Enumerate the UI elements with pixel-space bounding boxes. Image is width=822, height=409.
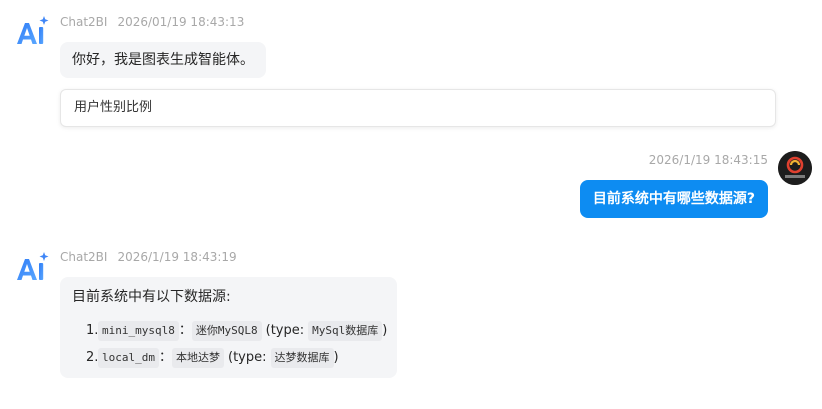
suggestion-button[interactable]: 用户性别比例 (60, 89, 776, 127)
sender-name: Chat2BI (60, 250, 108, 264)
datasource-name: 本地达梦 (172, 348, 224, 368)
ai-avatar-icon (14, 13, 50, 49)
answer-intro: 目前系统中有以下数据源: (72, 289, 231, 305)
ai-avatar-icon (14, 249, 50, 285)
user-avatar (778, 151, 812, 185)
datasource-type: MySql数据库 (308, 321, 383, 341)
bot-answer-bubble: 目前系统中有以下数据源: 1. mini_mysql8 ： 迷你MySQL8 (… (60, 277, 397, 378)
timestamp: 2026/01/19 18:43:13 (117, 15, 245, 29)
user-message-timestamp: 2026/1/19 18:43:15 (648, 153, 768, 167)
datasource-list: 1. mini_mysql8 ： 迷你MySQL8 (type: MySql数据… (72, 321, 387, 368)
timestamp: 2026/1/19 18:43:19 (117, 250, 237, 264)
bot-message-meta: Chat2BI 2026/01/19 18:43:13 (60, 15, 244, 29)
user-question-bubble: 目前系统中有哪些数据源? (579, 180, 768, 218)
datasource-type: 达梦数据库 (270, 348, 334, 368)
list-item: 1. mini_mysql8 ： 迷你MySQL8 (type: MySql数据… (72, 321, 387, 341)
bot-greeting-bubble: 你好，我是图表生成智能体。 (60, 42, 266, 78)
list-item: 2. local_dm ： 本地达梦 (type: 达梦数据库 ) (72, 348, 385, 368)
sender-name: Chat2BI (60, 15, 108, 29)
datasource-name: 迷你MySQL8 (191, 321, 262, 341)
datasource-id: mini_mysql8 (98, 321, 179, 341)
bot-message-meta: Chat2BI 2026/1/19 18:43:19 (60, 250, 237, 264)
datasource-id: local_dm (98, 348, 159, 368)
